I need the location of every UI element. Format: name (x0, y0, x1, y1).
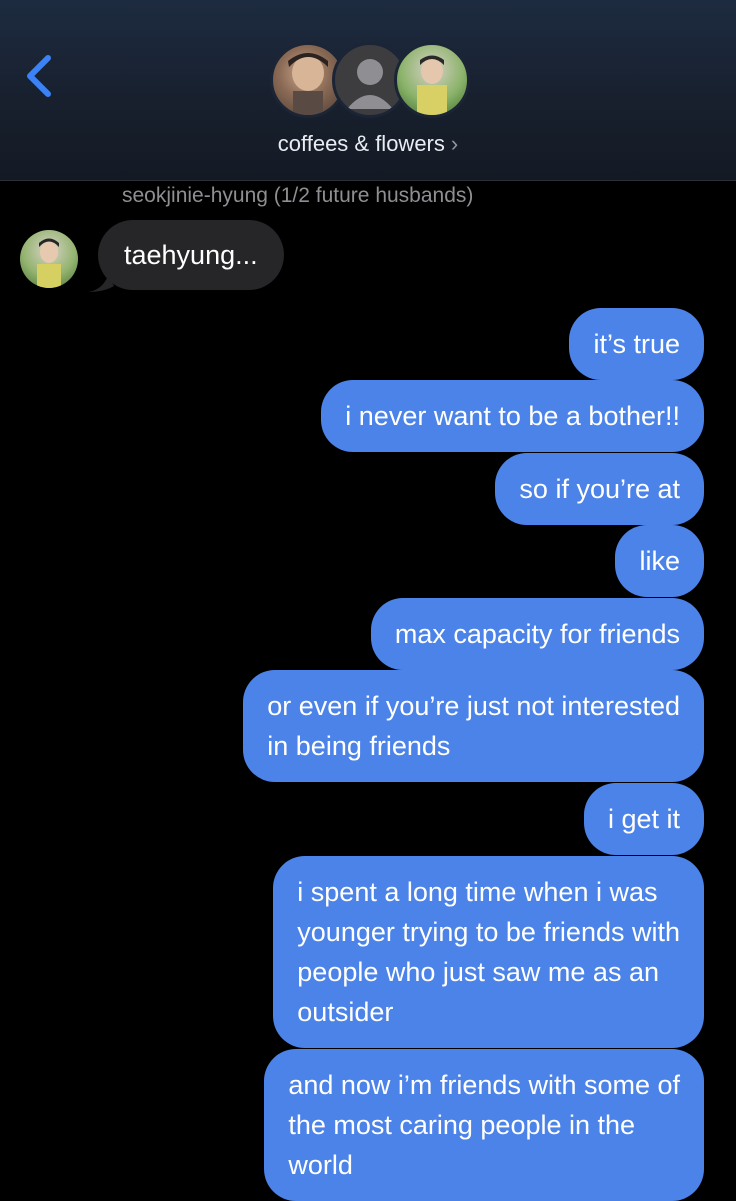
back-chevron-icon[interactable] (20, 52, 60, 100)
outgoing-message-9[interactable]: and now i’m friends with some of the mos… (264, 1049, 704, 1201)
sender-avatar[interactable] (20, 230, 78, 288)
outgoing-message-5[interactable]: max capacity for friends (370, 598, 704, 670)
sender-name: seokjinie-hyung (1/2 future husbands) (122, 184, 474, 207)
outgoing-message-7[interactable]: i get it (583, 783, 704, 855)
outgoing-message-3[interactable]: so if you’re at (495, 453, 704, 525)
group-avatars[interactable] (268, 42, 470, 122)
outgoing-message-8[interactable]: i spent a long time when i was younger t… (273, 856, 704, 1048)
outgoing-message-6[interactable]: or even if you’re just not interested in… (243, 670, 704, 782)
group-name[interactable]: coffees & flowers › (0, 131, 736, 157)
incoming-message[interactable]: taehyung... (98, 220, 284, 290)
conversation-header: coffees & flowers › (0, 0, 736, 181)
member-avatar-2 (394, 42, 470, 118)
chevron-right-icon: › (450, 131, 459, 156)
outgoing-message-4[interactable]: like (615, 525, 704, 597)
outgoing-message-2[interactable]: i never want to be a bother!! (321, 380, 704, 452)
outgoing-message-1[interactable]: it’s true (569, 308, 704, 380)
group-name-label: coffees & flowers (277, 131, 445, 156)
